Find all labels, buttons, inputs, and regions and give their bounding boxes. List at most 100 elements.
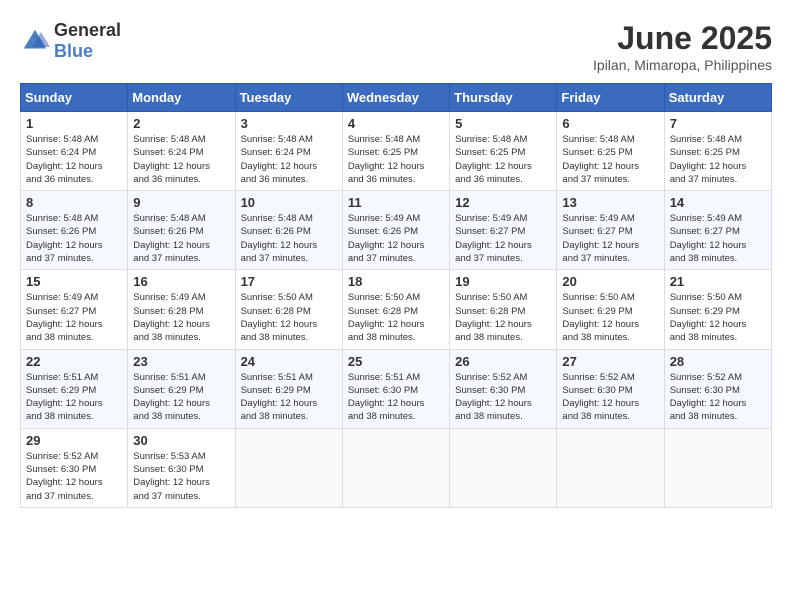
day-number: 29 bbox=[26, 433, 122, 448]
header-tuesday: Tuesday bbox=[235, 84, 342, 112]
day-number: 4 bbox=[348, 116, 444, 131]
table-row: 22 Sunrise: 5:51 AMSunset: 6:29 PMDaylig… bbox=[21, 349, 128, 428]
day-number: 22 bbox=[26, 354, 122, 369]
table-row: 5 Sunrise: 5:48 AMSunset: 6:25 PMDayligh… bbox=[450, 112, 557, 191]
day-info: Sunrise: 5:51 AMSunset: 6:29 PMDaylight:… bbox=[26, 372, 103, 423]
calendar-header-row: Sunday Monday Tuesday Wednesday Thursday… bbox=[21, 84, 772, 112]
day-info: Sunrise: 5:48 AMSunset: 6:26 PMDaylight:… bbox=[241, 213, 318, 264]
page-header: General Blue June 2025 Ipilan, Mimaropa,… bbox=[20, 20, 772, 73]
day-info: Sunrise: 5:48 AMSunset: 6:25 PMDaylight:… bbox=[455, 134, 532, 185]
day-number: 1 bbox=[26, 116, 122, 131]
day-info: Sunrise: 5:50 AMSunset: 6:29 PMDaylight:… bbox=[562, 292, 639, 343]
day-number: 5 bbox=[455, 116, 551, 131]
table-row: 4 Sunrise: 5:48 AMSunset: 6:25 PMDayligh… bbox=[342, 112, 449, 191]
day-info: Sunrise: 5:48 AMSunset: 6:26 PMDaylight:… bbox=[26, 213, 103, 264]
table-row: 25 Sunrise: 5:51 AMSunset: 6:30 PMDaylig… bbox=[342, 349, 449, 428]
day-number: 3 bbox=[241, 116, 337, 131]
day-info: Sunrise: 5:49 AMSunset: 6:28 PMDaylight:… bbox=[133, 292, 210, 343]
table-row: 9 Sunrise: 5:48 AMSunset: 6:26 PMDayligh… bbox=[128, 191, 235, 270]
day-info: Sunrise: 5:50 AMSunset: 6:28 PMDaylight:… bbox=[455, 292, 532, 343]
header-friday: Friday bbox=[557, 84, 664, 112]
table-row: 26 Sunrise: 5:52 AMSunset: 6:30 PMDaylig… bbox=[450, 349, 557, 428]
table-row: 13 Sunrise: 5:49 AMSunset: 6:27 PMDaylig… bbox=[557, 191, 664, 270]
table-row: 23 Sunrise: 5:51 AMSunset: 6:29 PMDaylig… bbox=[128, 349, 235, 428]
day-number: 7 bbox=[670, 116, 766, 131]
table-row bbox=[342, 428, 449, 507]
calendar-week-row: 15 Sunrise: 5:49 AMSunset: 6:27 PMDaylig… bbox=[21, 270, 772, 349]
day-number: 17 bbox=[241, 274, 337, 289]
logo-general-text: General bbox=[54, 20, 121, 40]
day-number: 11 bbox=[348, 195, 444, 210]
day-info: Sunrise: 5:48 AMSunset: 6:25 PMDaylight:… bbox=[562, 134, 639, 185]
table-row: 15 Sunrise: 5:49 AMSunset: 6:27 PMDaylig… bbox=[21, 270, 128, 349]
day-info: Sunrise: 5:49 AMSunset: 6:27 PMDaylight:… bbox=[455, 213, 532, 264]
day-info: Sunrise: 5:49 AMSunset: 6:26 PMDaylight:… bbox=[348, 213, 425, 264]
logo-icon bbox=[20, 26, 50, 56]
day-number: 20 bbox=[562, 274, 658, 289]
table-row bbox=[450, 428, 557, 507]
day-info: Sunrise: 5:48 AMSunset: 6:24 PMDaylight:… bbox=[241, 134, 318, 185]
day-number: 2 bbox=[133, 116, 229, 131]
table-row bbox=[664, 428, 771, 507]
table-row: 16 Sunrise: 5:49 AMSunset: 6:28 PMDaylig… bbox=[128, 270, 235, 349]
table-row: 17 Sunrise: 5:50 AMSunset: 6:28 PMDaylig… bbox=[235, 270, 342, 349]
day-info: Sunrise: 5:48 AMSunset: 6:25 PMDaylight:… bbox=[348, 134, 425, 185]
day-number: 10 bbox=[241, 195, 337, 210]
day-number: 13 bbox=[562, 195, 658, 210]
day-info: Sunrise: 5:50 AMSunset: 6:28 PMDaylight:… bbox=[348, 292, 425, 343]
table-row: 28 Sunrise: 5:52 AMSunset: 6:30 PMDaylig… bbox=[664, 349, 771, 428]
table-row bbox=[557, 428, 664, 507]
month-year-title: June 2025 bbox=[593, 20, 772, 57]
table-row: 18 Sunrise: 5:50 AMSunset: 6:28 PMDaylig… bbox=[342, 270, 449, 349]
day-number: 30 bbox=[133, 433, 229, 448]
table-row: 3 Sunrise: 5:48 AMSunset: 6:24 PMDayligh… bbox=[235, 112, 342, 191]
day-number: 24 bbox=[241, 354, 337, 369]
calendar-week-row: 22 Sunrise: 5:51 AMSunset: 6:29 PMDaylig… bbox=[21, 349, 772, 428]
logo-blue-text: Blue bbox=[54, 41, 93, 61]
day-number: 28 bbox=[670, 354, 766, 369]
day-info: Sunrise: 5:49 AMSunset: 6:27 PMDaylight:… bbox=[562, 213, 639, 264]
day-info: Sunrise: 5:49 AMSunset: 6:27 PMDaylight:… bbox=[26, 292, 103, 343]
day-number: 15 bbox=[26, 274, 122, 289]
day-number: 14 bbox=[670, 195, 766, 210]
logo: General Blue bbox=[20, 20, 121, 62]
header-thursday: Thursday bbox=[450, 84, 557, 112]
table-row: 27 Sunrise: 5:52 AMSunset: 6:30 PMDaylig… bbox=[557, 349, 664, 428]
header-monday: Monday bbox=[128, 84, 235, 112]
table-row: 8 Sunrise: 5:48 AMSunset: 6:26 PMDayligh… bbox=[21, 191, 128, 270]
day-info: Sunrise: 5:50 AMSunset: 6:28 PMDaylight:… bbox=[241, 292, 318, 343]
day-number: 6 bbox=[562, 116, 658, 131]
day-number: 12 bbox=[455, 195, 551, 210]
day-info: Sunrise: 5:50 AMSunset: 6:29 PMDaylight:… bbox=[670, 292, 747, 343]
title-area: June 2025 Ipilan, Mimaropa, Philippines bbox=[593, 20, 772, 73]
day-info: Sunrise: 5:52 AMSunset: 6:30 PMDaylight:… bbox=[26, 451, 103, 502]
day-number: 27 bbox=[562, 354, 658, 369]
header-saturday: Saturday bbox=[664, 84, 771, 112]
day-number: 9 bbox=[133, 195, 229, 210]
day-number: 8 bbox=[26, 195, 122, 210]
day-number: 18 bbox=[348, 274, 444, 289]
day-info: Sunrise: 5:51 AMSunset: 6:29 PMDaylight:… bbox=[133, 372, 210, 423]
table-row: 14 Sunrise: 5:49 AMSunset: 6:27 PMDaylig… bbox=[664, 191, 771, 270]
day-info: Sunrise: 5:51 AMSunset: 6:30 PMDaylight:… bbox=[348, 372, 425, 423]
day-number: 21 bbox=[670, 274, 766, 289]
day-info: Sunrise: 5:52 AMSunset: 6:30 PMDaylight:… bbox=[670, 372, 747, 423]
header-sunday: Sunday bbox=[21, 84, 128, 112]
table-row: 30 Sunrise: 5:53 AMSunset: 6:30 PMDaylig… bbox=[128, 428, 235, 507]
calendar-table: Sunday Monday Tuesday Wednesday Thursday… bbox=[20, 83, 772, 508]
table-row: 2 Sunrise: 5:48 AMSunset: 6:24 PMDayligh… bbox=[128, 112, 235, 191]
table-row: 7 Sunrise: 5:48 AMSunset: 6:25 PMDayligh… bbox=[664, 112, 771, 191]
day-info: Sunrise: 5:52 AMSunset: 6:30 PMDaylight:… bbox=[455, 372, 532, 423]
day-number: 19 bbox=[455, 274, 551, 289]
table-row: 12 Sunrise: 5:49 AMSunset: 6:27 PMDaylig… bbox=[450, 191, 557, 270]
table-row: 24 Sunrise: 5:51 AMSunset: 6:29 PMDaylig… bbox=[235, 349, 342, 428]
table-row: 11 Sunrise: 5:49 AMSunset: 6:26 PMDaylig… bbox=[342, 191, 449, 270]
table-row: 20 Sunrise: 5:50 AMSunset: 6:29 PMDaylig… bbox=[557, 270, 664, 349]
table-row: 29 Sunrise: 5:52 AMSunset: 6:30 PMDaylig… bbox=[21, 428, 128, 507]
table-row: 10 Sunrise: 5:48 AMSunset: 6:26 PMDaylig… bbox=[235, 191, 342, 270]
day-number: 16 bbox=[133, 274, 229, 289]
calendar-week-row: 1 Sunrise: 5:48 AMSunset: 6:24 PMDayligh… bbox=[21, 112, 772, 191]
day-info: Sunrise: 5:48 AMSunset: 6:24 PMDaylight:… bbox=[133, 134, 210, 185]
day-info: Sunrise: 5:48 AMSunset: 6:24 PMDaylight:… bbox=[26, 134, 103, 185]
header-wednesday: Wednesday bbox=[342, 84, 449, 112]
